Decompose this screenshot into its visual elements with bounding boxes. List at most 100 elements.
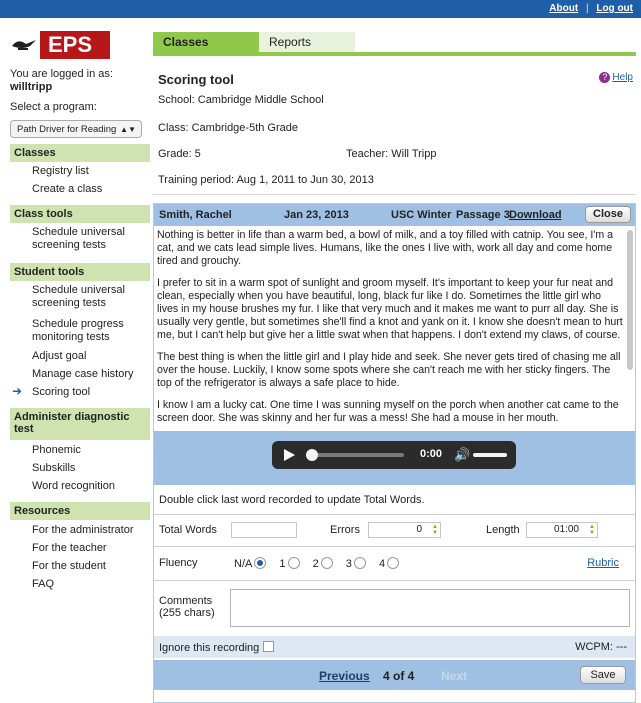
comments-label: Comments (255 chars) [159,595,215,619]
errors-stepper-icon[interactable]: ▲ ▼ [432,524,438,536]
login-label: You are logged in as: [10,68,113,80]
sidebar-item-phonemic[interactable]: Phonemic [32,444,147,457]
sidebar-item-registry-list[interactable]: Registry list [32,165,147,178]
session-name: USC Winter [391,209,452,221]
audio-track[interactable] [306,449,404,461]
sidebar-item-create-class[interactable]: Create a class [32,183,147,196]
fluency-option-label: 1 [279,558,286,570]
left-sidebar: EPS You are logged in as: willtripp Sele… [0,18,150,703]
ignore-checkbox[interactable] [263,641,275,652]
tab-reports[interactable]: Reports [259,32,355,52]
passage-paragraph: I prefer to sit in a warm spot of sunlig… [157,277,623,341]
audio-player: 0:00 🔊 [272,441,516,469]
school-info: School: Cambridge Middle School [158,94,324,106]
fluency-radio-1[interactable] [287,557,300,569]
sidebar-item-subskills[interactable]: Subskills [32,462,147,475]
volume-icon[interactable]: 🔊 [454,447,470,463]
grade-info: Grade: 5 [158,148,201,160]
tab-classes[interactable]: Classes [153,32,259,52]
username: willtripp [10,81,53,93]
help-link[interactable]: ? Help [599,72,633,83]
top-links: About | Log out [549,3,633,14]
sidebar-item-student[interactable]: For the student [32,560,147,573]
about-link[interactable]: About [549,3,578,14]
class-info: Class: Cambridge-5th Grade [158,122,299,134]
passage-scrollbar[interactable] [627,230,633,370]
section-class-tools: Class tools [10,205,150,223]
sidebar-item-adjust-goal[interactable]: Adjust goal [32,350,147,363]
score-row: Total Words Errors 0 ▲ ▼ Length 01:00 ▲ ▼ [154,514,635,547]
sidebar-item-student-screening[interactable]: Schedule universal screening tests [32,284,147,310]
passage-paragraph: Nothing is better in life than a warm be… [157,229,614,267]
errors-value: 0 [416,524,422,535]
section-student-tools: Student tools [10,263,150,281]
sidebar-item-case-history[interactable]: Manage case history [32,368,147,381]
tab-underline [153,52,636,56]
volume-slider[interactable] [473,453,507,457]
comments-textarea[interactable] [230,589,630,627]
lamp-icon [12,40,36,50]
sidebar-item-teacher[interactable]: For the teacher [32,542,147,555]
tab-strip: Classes Reports [150,30,641,52]
scoring-instruction: Double click last word recorded to updat… [159,494,425,506]
length-value: 01:00 [553,524,579,535]
select-arrows-icon: ▲▼ [120,125,136,134]
errors-label: Errors [330,524,360,536]
errors-field[interactable]: 0 ▲ ▼ [368,522,441,538]
fluency-radio-na[interactable] [254,557,267,569]
save-button[interactable]: Save [580,666,626,684]
sidebar-item-administrator[interactable]: For the administrator [32,524,147,537]
section-resources: Resources [10,502,150,520]
logout-link[interactable]: Log out [596,3,633,14]
program-select[interactable]: Path Driver for Reading ▲▼ [10,120,142,138]
recording-date: Jan 23, 2013 [284,209,349,221]
eps-logo[interactable]: EPS [10,28,130,62]
rubric-link[interactable]: Rubric [587,557,619,569]
passage-text[interactable]: Nothing is better in life than a warm be… [157,229,625,429]
program-label: Select a program: [10,101,97,113]
comments-label-line: (255 chars) [159,607,215,619]
next-link: Next [441,669,468,683]
download-link[interactable]: Download [509,209,562,221]
student-name: Smith, Rachel [159,209,232,221]
ignore-row: Ignore this recording WCPM: --- [154,636,635,658]
page-position: 4 of 4 [383,669,415,683]
length-stepper-icon[interactable]: ▲ ▼ [589,524,595,536]
current-arrow-icon: ➜ [12,384,23,398]
teacher-info: Teacher: Will Tripp [346,148,437,160]
total-words-label: Total Words [159,524,217,536]
login-info: You are logged in as: willtripp [10,68,113,94]
recording-panel: Smith, Rachel Jan 23, 2013 USC Winter Pa… [153,203,636,703]
fluency-option-label: 3 [345,558,352,570]
comments-label-line: Comments [159,595,213,607]
fluency-option-label: N/A [234,558,253,570]
sidebar-item-scoring-tool[interactable]: Scoring tool [32,386,147,399]
fluency-radio-3[interactable] [353,557,366,569]
fluency-radio-4[interactable] [387,557,400,569]
pager-bar: Previous 4 of 4 Next Save [154,660,635,690]
logo-text: EPS [40,31,110,59]
sidebar-item-class-screening[interactable]: Schedule universal screening tests [32,226,147,252]
passage-paragraph: The best thing is when the little girl a… [157,351,621,389]
section-classes: Classes [10,144,150,162]
fluency-option-label: 4 [378,558,386,570]
sidebar-item-word-recognition[interactable]: Word recognition [32,480,147,493]
top-bar: About | Log out [0,0,641,18]
sidebar-item-progress-monitoring[interactable]: Schedule progress monitoring tests [32,318,147,344]
ignore-label: Ignore this recording [159,641,275,654]
close-button[interactable]: Close [585,206,631,223]
audio-knob[interactable] [306,449,318,461]
play-icon[interactable] [284,449,295,461]
fluency-options: N/A 1 2 3 4 [234,557,409,570]
length-field[interactable]: 01:00 ▲ ▼ [526,522,598,538]
previous-link[interactable]: Previous [319,669,370,683]
section-administer: Administer diagnostic test [10,408,150,440]
program-selected: Path Driver for Reading [17,124,117,135]
total-words-field[interactable] [231,522,297,538]
fluency-radio-2[interactable] [320,557,333,569]
recording-header: Smith, Rachel Jan 23, 2013 USC Winter Pa… [154,204,635,226]
divider [153,194,636,195]
ignore-text: Ignore this recording [159,642,260,654]
sidebar-item-faq[interactable]: FAQ [32,578,147,591]
audio-area: 0:00 🔊 [154,431,635,485]
